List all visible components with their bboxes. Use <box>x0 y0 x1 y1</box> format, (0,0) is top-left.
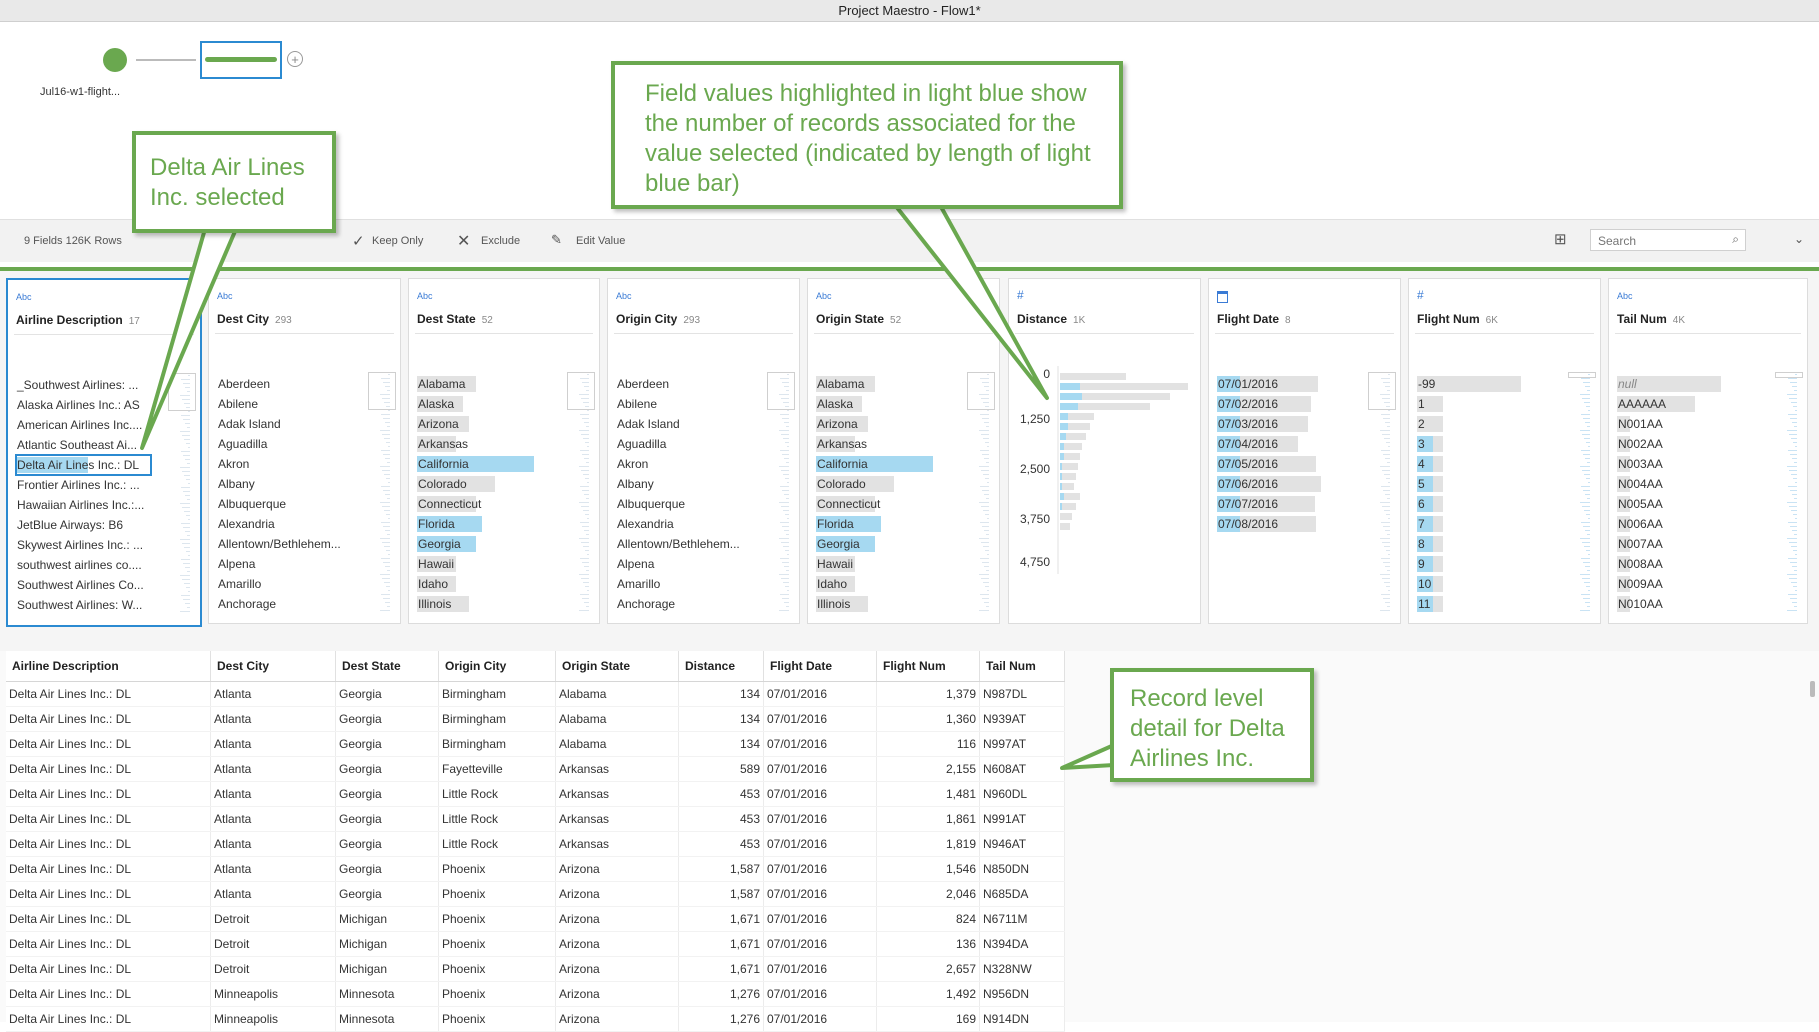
callout-field-values: Field values highlighted in light blue s… <box>611 61 1123 209</box>
pointer-record-level <box>1060 743 1116 770</box>
callout-record-level: Record level detail for Delta Airlines I… <box>1110 668 1314 782</box>
callout-delta-selected-text: Delta Air Lines Inc. selected <box>150 154 305 211</box>
pointer-field-values <box>893 203 1049 400</box>
callout-delta-selected: Delta Air Lines Inc. selected <box>132 131 336 233</box>
callout-field-values-text: Field values highlighted in light blue s… <box>645 80 1091 197</box>
pointer-delta-selected <box>140 227 238 450</box>
callout-record-level-text: Record level detail for Delta Airlines I… <box>1130 685 1285 772</box>
